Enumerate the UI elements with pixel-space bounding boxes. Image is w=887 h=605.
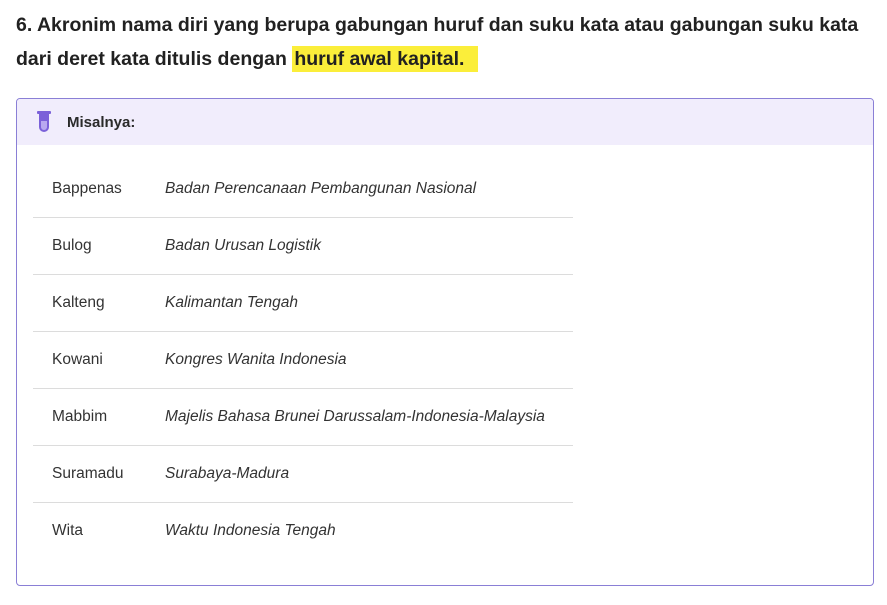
highlighted-text: huruf awal kapital.	[292, 46, 479, 72]
table-row: Kalteng Kalimantan Tengah	[33, 275, 573, 332]
table-row: Bappenas Badan Perencanaan Pembangunan N…	[33, 161, 573, 218]
acronym-cell: Bulog	[52, 237, 92, 254]
examples-table: Bappenas Badan Perencanaan Pembangunan N…	[33, 161, 573, 559]
example-box-title: Misalnya:	[67, 113, 136, 131]
example-box: Misalnya: Bappenas Badan Perencanaan Pem…	[16, 98, 874, 586]
expansion-cell: Kongres Wanita Indonesia	[165, 351, 347, 368]
expansion-cell: Badan Urusan Logistik	[165, 237, 321, 254]
table-row: Wita Waktu Indonesia Tengah	[33, 503, 573, 560]
table-row: Suramadu Surabaya-Madura	[33, 446, 573, 503]
expansion-cell: Surabaya-Madura	[165, 465, 290, 482]
acronym-cell: Wita	[52, 522, 83, 539]
rule-heading: 6. Akronim nama diri yang berupa gabunga…	[16, 8, 876, 76]
expansion-cell: Kalimantan Tengah	[165, 294, 298, 311]
acronym-cell: Suramadu	[52, 465, 124, 482]
expansion-cell: Waktu Indonesia Tengah	[165, 522, 336, 539]
expansion-cell: Badan Perencanaan Pembangunan Nasional	[165, 180, 477, 197]
acronym-cell: Kowani	[52, 351, 103, 368]
example-box-header: Misalnya:	[17, 99, 873, 145]
test-tube-icon	[37, 111, 51, 133]
acronym-cell: Bappenas	[52, 180, 122, 197]
table-row: Bulog Badan Urusan Logistik	[33, 218, 573, 275]
table-row: Mabbim Majelis Bahasa Brunei Darussalam-…	[33, 389, 573, 446]
acronym-cell: Mabbim	[52, 408, 108, 425]
table-row: Kowani Kongres Wanita Indonesia	[33, 332, 573, 389]
acronym-cell: Kalteng	[52, 294, 105, 311]
expansion-cell: Majelis Bahasa Brunei Darussalam-Indones…	[165, 408, 545, 425]
